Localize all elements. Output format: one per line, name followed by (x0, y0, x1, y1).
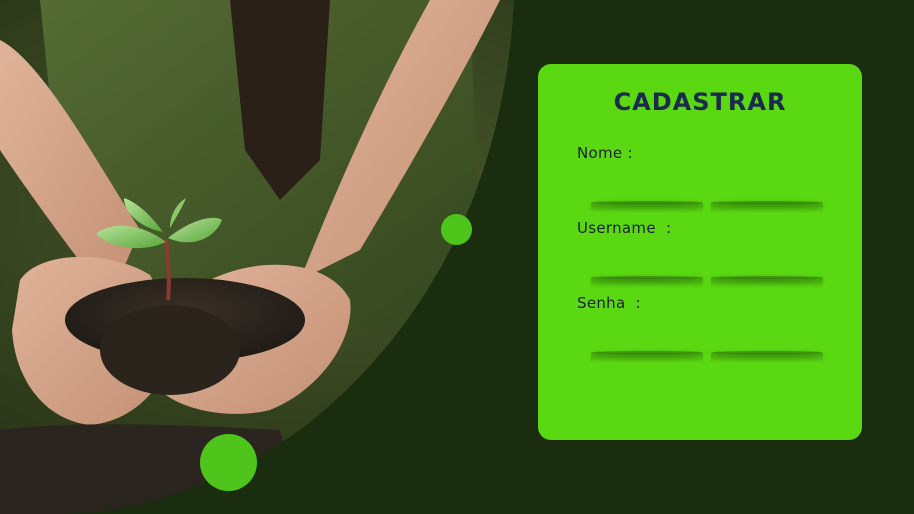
password-input-underline-right (711, 351, 823, 354)
name-label: Nome : (577, 144, 633, 162)
decorative-dot-large (200, 434, 257, 491)
name-field: Nome : (577, 144, 827, 213)
password-input-underline-left (591, 351, 703, 354)
name-input[interactable] (591, 201, 823, 215)
username-input-underline-left (591, 276, 703, 279)
password-input[interactable] (591, 351, 823, 365)
username-input-underline-right (711, 276, 823, 279)
signup-card: CADASTRAR Nome : Username : Senha : (538, 64, 862, 440)
password-label: Senha : (577, 294, 641, 312)
form-title: CADASTRAR (613, 88, 787, 116)
username-label: Username : (577, 219, 672, 237)
username-input[interactable] (591, 276, 823, 290)
password-field: Senha : (577, 294, 827, 363)
name-input-underline-left (591, 201, 703, 204)
name-input-underline-right (711, 201, 823, 204)
signup-screen: CADASTRAR Nome : Username : Senha : (0, 0, 914, 514)
decorative-dot-small (441, 214, 472, 245)
username-field: Username : (577, 219, 827, 288)
